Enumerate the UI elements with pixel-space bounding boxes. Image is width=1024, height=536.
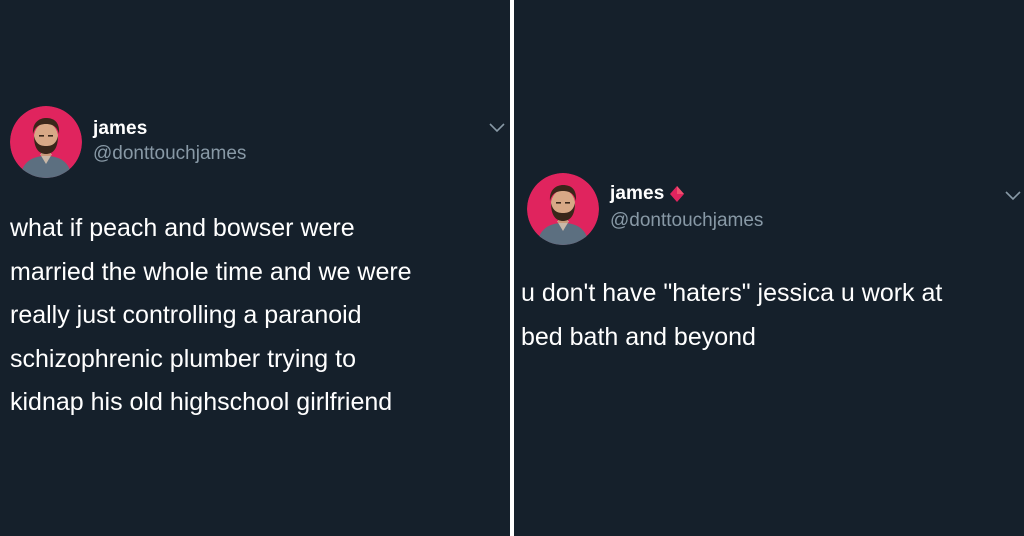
- chevron-down-icon[interactable]: [488, 122, 506, 134]
- user-handle[interactable]: @donttouchjames: [93, 143, 246, 165]
- tweet-card-2[interactable]: james @donttouchjames u don't have "hate…: [514, 0, 1024, 536]
- display-name[interactable]: james: [93, 118, 147, 140]
- avatar-man-beard-icon: [10, 106, 82, 178]
- avatar-man-beard-icon: [527, 173, 599, 245]
- display-name[interactable]: james: [610, 183, 664, 205]
- red-diamond-icon: [670, 186, 685, 202]
- tweet-text: u don't have "haters" jessica u work at …: [521, 279, 943, 351]
- author-name-row[interactable]: james: [610, 183, 686, 205]
- tweet-card-1[interactable]: james @donttouchjames what if peach and …: [0, 0, 510, 536]
- avatar[interactable]: [527, 173, 599, 245]
- user-handle[interactable]: @donttouchjames: [610, 210, 763, 232]
- tweet-text: what if peach and bowser were married th…: [10, 214, 412, 416]
- screenshot-frame: james @donttouchjames what if peach and …: [0, 0, 1024, 536]
- avatar[interactable]: [10, 106, 82, 178]
- author-name-row[interactable]: james: [93, 118, 147, 140]
- chevron-down-icon[interactable]: [1004, 190, 1022, 202]
